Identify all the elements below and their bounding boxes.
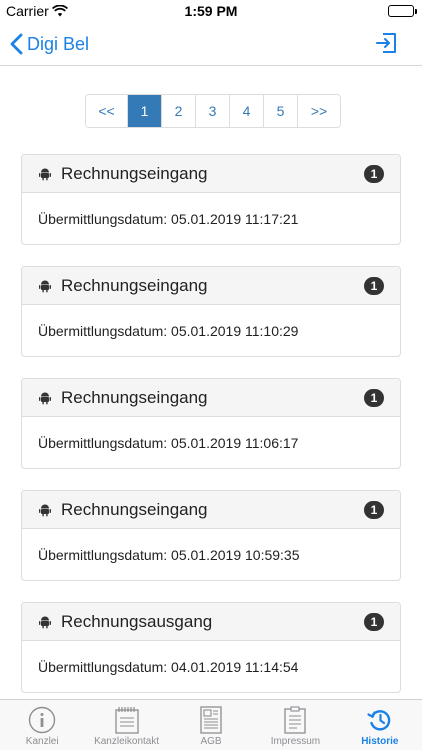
card-title: Rechnungseingang — [61, 387, 208, 407]
tab-bar: Kanzlei Kanzleikontakt AGB Impressum His… — [0, 699, 422, 750]
history-list: << 1 2 3 4 5 >> Rechnungseingang 1 Überm… — [0, 67, 422, 699]
tab-label: Kanzleikontakt — [94, 736, 160, 747]
card-body: Übermittlungsdatum: 05.01.2019 11:06:17 — [38, 435, 299, 451]
card-title: Rechnungseingang — [61, 163, 208, 183]
tab-historie[interactable]: Historie — [338, 700, 422, 750]
tab-label: Kanzlei — [25, 736, 59, 747]
tab-label: Impressum — [270, 736, 321, 747]
android-icon — [39, 391, 53, 405]
pagination-page-2[interactable]: 2 — [162, 95, 196, 127]
chevron-left-icon — [10, 33, 23, 55]
count-badge: 1 — [364, 613, 384, 631]
history-icon — [365, 706, 395, 734]
pagination-page-1[interactable]: 1 — [128, 95, 162, 127]
card-header[interactable]: Rechnungseingang 1 — [22, 267, 400, 305]
logout-icon — [374, 33, 398, 59]
logout-button[interactable] — [374, 31, 400, 57]
card-header[interactable]: Rechnungseingang 1 — [22, 379, 400, 417]
tab-agb[interactable]: AGB — [169, 700, 253, 750]
count-badge: 1 — [364, 389, 384, 407]
notepad-icon — [112, 706, 142, 734]
pagination-next[interactable]: >> — [298, 95, 340, 127]
tab-label: Historie — [361, 736, 399, 747]
android-icon — [39, 615, 53, 629]
tab-kanzlei[interactable]: Kanzlei — [0, 700, 84, 750]
status-bar: Carrier 1:59 PM — [0, 0, 422, 22]
card-body: Übermittlungsdatum: 04.01.2019 11:14:54 — [38, 659, 299, 675]
card-title: Rechnungseingang — [61, 275, 208, 295]
status-time: 1:59 PM — [184, 3, 238, 19]
pagination-prev[interactable]: << — [86, 95, 128, 127]
history-card[interactable]: Rechnungsausgang 1 Übermittlungsdatum: 0… — [21, 602, 401, 693]
count-badge: 1 — [364, 277, 384, 295]
card-title: Rechnungseingang — [61, 499, 208, 519]
info-icon — [27, 706, 57, 734]
history-card[interactable]: Rechnungseingang 1 Übermittlungsdatum: 0… — [21, 154, 401, 245]
card-header[interactable]: Rechnungseingang 1 — [22, 491, 400, 529]
navigation-bar: Digi Bel — [0, 22, 422, 66]
card-header[interactable]: Rechnungseingang 1 — [22, 155, 400, 193]
tab-label: AGB — [200, 736, 222, 747]
pagination: << 1 2 3 4 5 >> — [85, 94, 341, 128]
card-body: Übermittlungsdatum: 05.01.2019 10:59:35 — [38, 547, 300, 563]
history-card[interactable]: Rechnungseingang 1 Übermittlungsdatum: 0… — [21, 378, 401, 469]
card-body: Übermittlungsdatum: 05.01.2019 11:10:29 — [38, 323, 299, 339]
pagination-page-3[interactable]: 3 — [196, 95, 230, 127]
pagination-page-5[interactable]: 5 — [264, 95, 298, 127]
pagination-page-4[interactable]: 4 — [230, 95, 264, 127]
history-card[interactable]: Rechnungseingang 1 Übermittlungsdatum: 0… — [21, 490, 401, 581]
android-icon — [39, 503, 53, 517]
battery-icon — [388, 5, 417, 17]
android-icon — [39, 279, 53, 293]
clipboard-icon — [280, 706, 310, 734]
tab-kanzleikontakt[interactable]: Kanzleikontakt — [84, 700, 168, 750]
history-card[interactable]: Rechnungseingang 1 Übermittlungsdatum: 0… — [21, 266, 401, 357]
back-button[interactable]: Digi Bel — [10, 30, 89, 58]
card-body: Übermittlungsdatum: 05.01.2019 11:17:21 — [38, 211, 299, 227]
android-icon — [39, 167, 53, 181]
count-badge: 1 — [364, 501, 384, 519]
back-label: Digi Bel — [27, 33, 90, 54]
count-badge: 1 — [364, 165, 384, 183]
tab-impressum[interactable]: Impressum — [253, 700, 337, 750]
card-header[interactable]: Rechnungsausgang 1 — [22, 603, 400, 641]
card-title: Rechnungsausgang — [61, 611, 213, 631]
document-icon — [196, 706, 226, 734]
